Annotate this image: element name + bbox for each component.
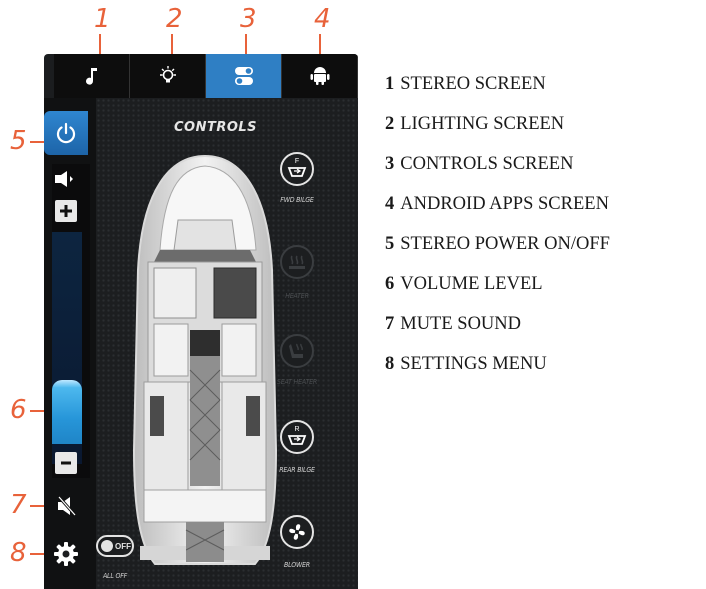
callout-number-3: 3: [240, 4, 257, 34]
volume-down-button[interactable]: [55, 452, 77, 474]
screen-title: CONTROLS: [174, 120, 258, 135]
heater-button[interactable]: [280, 245, 314, 279]
tab-lighting[interactable]: [130, 54, 206, 98]
settings-button[interactable]: [52, 540, 80, 568]
fwd-bilge-label: FWD BILGE: [280, 196, 314, 204]
heater-label: HEATER: [285, 292, 309, 300]
boat-top-view-image: [132, 154, 278, 565]
callout-number-4: 4: [314, 4, 331, 34]
all-off-label: ALL OFF: [102, 572, 128, 580]
android-icon: [310, 67, 329, 85]
seat-heater-label: SEAT HEATER: [276, 378, 318, 386]
callout-number-8: 8: [10, 538, 27, 568]
minus-icon: [61, 461, 71, 465]
svg-text:F: F: [295, 158, 299, 165]
legend-item: 8 SETTINGS MENU: [385, 354, 547, 374]
rear-bilge-label: REAR BILGE: [279, 466, 315, 474]
callout-legend: 1 STEREO SCREEN 2 LIGHTING SCREEN 3 CONTROL…: [385, 72, 610, 392]
heater-icon: [289, 255, 305, 269]
power-icon: [56, 122, 76, 144]
rear-bilge-button[interactable]: R: [280, 420, 314, 454]
callout-number-5: 5: [10, 126, 27, 156]
bilge-pump-icon: R: [287, 426, 307, 445]
mute-button[interactable]: [54, 493, 80, 519]
toggle-knob: [101, 540, 113, 552]
mute-speaker-icon: [57, 496, 77, 516]
toggle-switches-icon: [234, 67, 253, 85]
callout-number-1: 1: [94, 4, 111, 34]
legend-item: 2 LIGHTING SCREEN: [385, 114, 565, 134]
legend-item: 7 MUTE SOUND: [385, 314, 522, 334]
callout-number-6: 6: [10, 395, 27, 425]
stereo-power-button[interactable]: [44, 111, 88, 155]
legend-item: 4 ANDROID APPS SCREEN: [385, 194, 609, 214]
plus-icon: [60, 205, 72, 217]
blower-button[interactable]: [280, 515, 314, 549]
legend-item: 6 VOLUME LEVEL: [385, 274, 543, 294]
volume-level-fill: [52, 380, 82, 444]
bilge-pump-icon: F: [287, 158, 307, 177]
callout-number-2: 2: [166, 4, 183, 34]
fwd-bilge-button[interactable]: F: [280, 152, 314, 186]
fan-icon: [289, 524, 305, 540]
tab-controls[interactable]: [206, 54, 282, 98]
svg-text:R: R: [294, 426, 299, 433]
legend-item: 1 STEREO SCREEN: [385, 74, 546, 94]
legend-item: 5 STEREO POWER ON/OFF: [385, 234, 610, 254]
volume-up-button[interactable]: [55, 200, 77, 222]
screen-tab-bar: [54, 54, 358, 98]
callout-number-7: 7: [10, 490, 27, 520]
tab-android[interactable]: [282, 54, 358, 98]
seat-heater-icon: [289, 343, 303, 358]
music-note-icon: [85, 68, 97, 85]
seat-heater-button[interactable]: [280, 334, 314, 368]
blower-label: BLOWER: [284, 561, 310, 569]
all-off-toggle-text: OFF: [115, 541, 131, 551]
tab-stereo[interactable]: [54, 54, 130, 98]
legend-item: 3 CONTROLS SCREEN: [385, 154, 574, 174]
speaker-icon: [54, 168, 76, 190]
gear-icon: [54, 542, 78, 566]
all-off-toggle[interactable]: OFF: [96, 535, 134, 557]
light-bulb-icon: [159, 66, 176, 83]
